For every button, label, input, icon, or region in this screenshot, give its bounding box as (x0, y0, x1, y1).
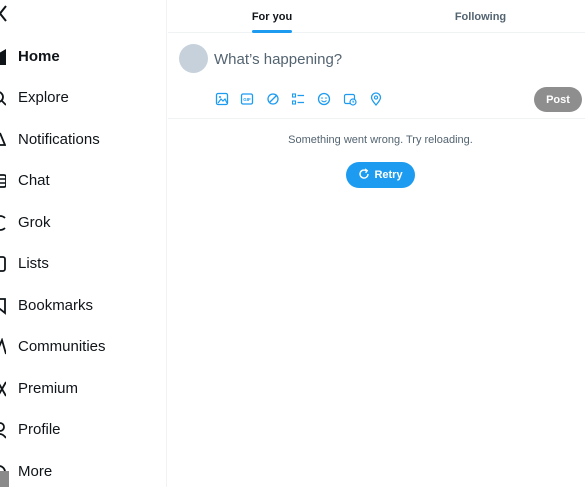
sidebar-item-lists[interactable]: Lists (0, 247, 160, 281)
sidebar-item-label: Notifications (18, 131, 100, 148)
sidebar-item-label: Home (18, 48, 60, 65)
gif-icon[interactable]: GIF (239, 91, 255, 107)
refresh-icon (358, 167, 370, 183)
sidebar-item-notifications[interactable]: Notifications (0, 123, 160, 157)
emoji-icon[interactable] (316, 91, 332, 107)
sidebar-item-label: More (18, 463, 53, 480)
taskbar-fragment (0, 471, 9, 487)
sidebar-item-label: Explore (18, 89, 69, 106)
sidebar-item-more[interactable]: More (0, 455, 160, 487)
bookmark-icon (0, 297, 6, 315)
poll-icon[interactable] (290, 91, 306, 107)
home-icon (0, 48, 6, 66)
sidebar-item-label: Bookmarks (18, 297, 94, 314)
image-icon[interactable] (214, 91, 230, 107)
retry-button[interactable]: Retry (346, 162, 415, 188)
grok-icon (0, 214, 6, 232)
chat-icon (0, 172, 7, 190)
tab-following[interactable]: Following (376, 0, 585, 33)
timeline-tabs: For you Following (168, 0, 585, 33)
search-icon (0, 89, 7, 107)
retry-label: Retry (374, 169, 403, 181)
sidebar-item-label: Profile (18, 421, 61, 438)
sidebar-item-chat[interactable]: Chat (0, 164, 160, 198)
sidebar-item-explore[interactable]: Explore (0, 81, 160, 115)
bell-icon (0, 131, 7, 149)
svg-text:GIF: GIF (243, 97, 251, 102)
profile-icon (0, 421, 7, 439)
sidebar-item-profile[interactable]: Profile (0, 413, 160, 447)
sidebar-item-premium[interactable]: Premium (0, 372, 160, 406)
sidebar-item-bookmarks[interactable]: Bookmarks (0, 289, 160, 323)
compose-input[interactable] (214, 48, 544, 70)
sidebar-nav: Home Explore Notifications Chat Grok Lis… (0, 0, 167, 487)
app-window: Home Explore Notifications Chat Grok Lis… (0, 0, 585, 487)
location-icon[interactable] (368, 91, 384, 107)
schedule-icon[interactable] (342, 91, 358, 107)
tab-for-you[interactable]: For you (168, 0, 376, 33)
list-icon (0, 255, 6, 273)
sidebar-item-home[interactable]: Home (0, 40, 160, 74)
sidebar-item-label: Chat (18, 172, 50, 189)
sidebar-item-label: Lists (18, 255, 49, 272)
post-button[interactable]: Post (534, 87, 582, 112)
x-premium-icon (0, 380, 7, 398)
home-timeline: For you Following GIF (168, 0, 585, 487)
sidebar-item-grok[interactable]: Grok (0, 206, 160, 240)
x-logo-icon[interactable] (0, 4, 8, 22)
sidebar-item-label: Premium (18, 380, 79, 397)
communities-icon (0, 337, 7, 356)
sidebar-item-communities[interactable]: Communities (0, 330, 160, 364)
grok-image-icon[interactable] (265, 91, 281, 107)
error-message: Something went wrong. Try reloading. (288, 134, 473, 146)
post-composer: GIF Post (168, 33, 585, 119)
avatar[interactable] (179, 44, 208, 73)
sidebar-item-label: Grok (18, 214, 51, 231)
sidebar-item-label: Communities (18, 338, 106, 355)
